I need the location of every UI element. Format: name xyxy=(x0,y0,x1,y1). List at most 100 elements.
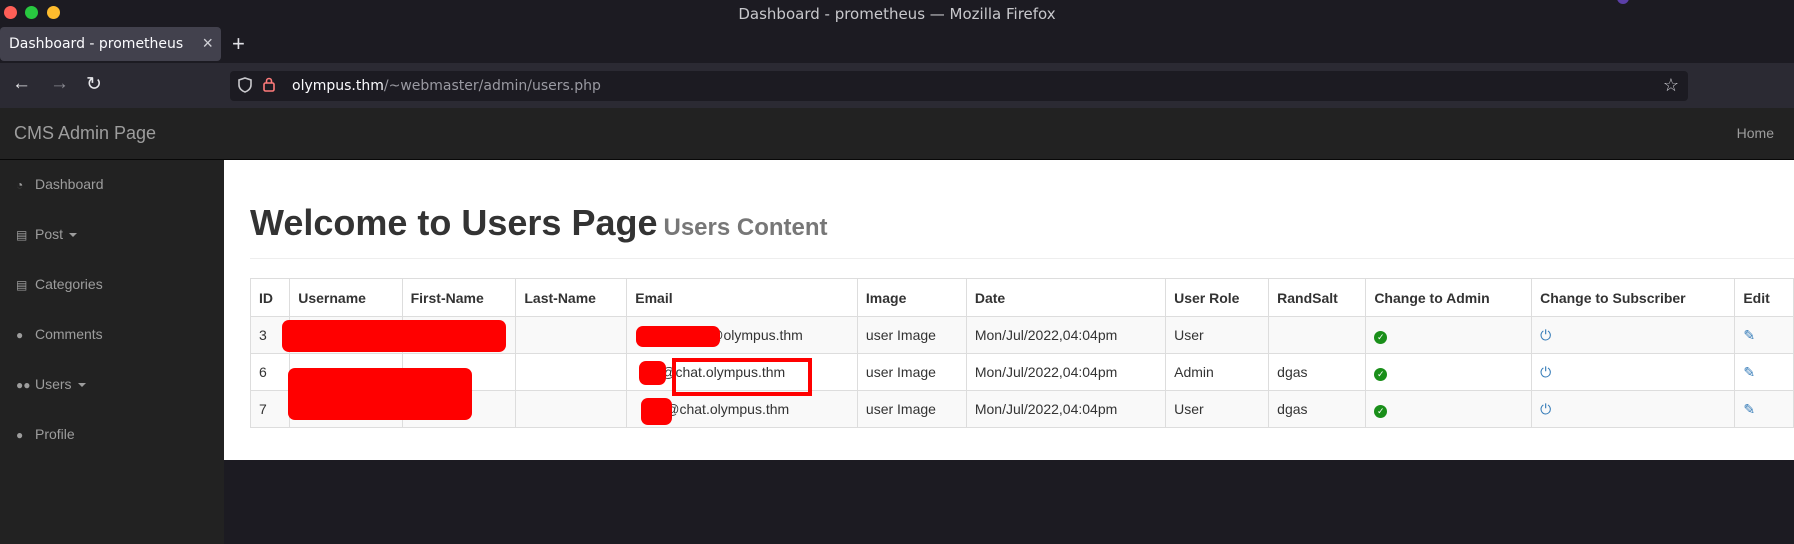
cell-role: Admin xyxy=(1165,353,1270,391)
page-title-text: Welcome to Users Page xyxy=(250,202,658,243)
cell-change-to-subscriber: ⏻ xyxy=(1531,353,1736,391)
edit-icon[interactable]: ✎ xyxy=(1743,327,1755,343)
cell-last-name xyxy=(515,390,628,428)
cell-edit: ✎ xyxy=(1734,316,1794,354)
close-icon[interactable]: × xyxy=(202,33,213,54)
col-user-role: User Role xyxy=(1165,278,1270,317)
edit-icon[interactable]: ✎ xyxy=(1743,401,1755,417)
col-edit: Edit xyxy=(1734,278,1794,317)
cell-date: Mon/Jul/2022,04:04pm xyxy=(965,316,1167,354)
page-title: Welcome to Users Page Users Content xyxy=(250,202,828,244)
insecure-lock-icon[interactable] xyxy=(263,77,275,95)
comments-icon: ● xyxy=(16,328,24,342)
sidebar-item-label: Dashboard xyxy=(35,176,104,192)
address-bar[interactable]: olympus.thm/~webmaster/admin/users.php ☆ xyxy=(230,71,1688,101)
make-admin-check-icon[interactable]: ✓ xyxy=(1374,330,1388,344)
cell-id: 7 xyxy=(249,390,291,428)
admin-navbar: CMS Admin Page Home xyxy=(0,108,1794,160)
cell-change-to-admin: ✓ xyxy=(1365,316,1533,354)
cell-id: 6 xyxy=(249,353,291,391)
col-change-to-subscriber: Change to Subscriber xyxy=(1531,278,1736,317)
url-host: olympus.thm xyxy=(292,78,384,94)
cell-edit: ✎ xyxy=(1734,353,1794,391)
cell-image: user Image xyxy=(856,316,967,354)
redaction-username-row6-7 xyxy=(288,368,472,420)
col-randsalt: RandSalt xyxy=(1268,278,1367,317)
sidebar-item-label: Users xyxy=(35,376,72,392)
cell-randsalt: dgas xyxy=(1268,390,1367,428)
navigation-bar: ← → ↻ olympus.thm/~webmaster/admin/users… xyxy=(0,63,1794,108)
col-first-name: First-Name xyxy=(401,278,517,317)
make-admin-check-icon[interactable]: ✓ xyxy=(1374,367,1388,381)
brand-link[interactable]: CMS Admin Page xyxy=(14,123,156,144)
dashboard-icon: ◔ xyxy=(16,178,24,192)
table-header-row: ID Username First-Name Last-Name Email I… xyxy=(249,278,1794,317)
make-admin-check-icon[interactable]: ✓ xyxy=(1374,404,1388,418)
power-icon[interactable]: ⏻ xyxy=(1540,364,1551,380)
col-username: Username xyxy=(289,278,403,317)
cell-change-to-admin: ✓ xyxy=(1365,390,1533,428)
sidebar-item-comments[interactable]: ● Comments xyxy=(16,326,103,342)
url-text[interactable]: olympus.thm/~webmaster/admin/users.php xyxy=(292,78,601,94)
sidebar-item-categories[interactable]: ▤ Categories xyxy=(16,276,103,292)
tab-strip: Dashboard - prometheus × + xyxy=(0,26,1794,63)
window-title: Dashboard - prometheus — Mozilla Firefox xyxy=(738,5,1056,23)
bookmark-star-icon[interactable]: ☆ xyxy=(1663,75,1679,96)
cell-change-to-admin: ✓ xyxy=(1365,353,1533,391)
redaction-username-row3 xyxy=(282,320,506,352)
reload-icon[interactable]: ↻ xyxy=(86,73,102,96)
new-tab-button[interactable]: + xyxy=(232,31,245,57)
users-icon: ●● xyxy=(16,378,31,392)
cell-last-name xyxy=(515,316,628,354)
caret-down-icon xyxy=(69,233,78,238)
highlight-box-email-row6 xyxy=(672,358,812,396)
sidebar-item-label: Post xyxy=(35,226,64,242)
sidebar-item-users[interactable]: ●● Users xyxy=(16,376,86,392)
decoration-dot xyxy=(1617,0,1629,4)
cell-edit: ✎ xyxy=(1734,390,1794,428)
cell-randsalt xyxy=(1268,316,1367,354)
users-table: ID Username First-Name Last-Name Email I… xyxy=(249,278,1794,428)
window-titlebar: Dashboard - prometheus — Mozilla Firefox xyxy=(0,0,1794,26)
url-path: /~webmaster/admin/users.php xyxy=(383,78,601,94)
cell-role: User xyxy=(1165,316,1270,354)
sidebar-item-label: Comments xyxy=(35,326,103,342)
page-subtitle: Users Content xyxy=(663,214,828,241)
col-image: Image xyxy=(856,278,967,317)
sidebar-item-post[interactable]: ▤ Post xyxy=(16,226,78,242)
divider xyxy=(250,258,1794,259)
sidebar-item-label: Profile xyxy=(35,426,75,442)
cell-role: User xyxy=(1165,390,1270,428)
power-icon[interactable]: ⏻ xyxy=(1540,401,1551,417)
power-icon[interactable]: ⏻ xyxy=(1540,327,1551,343)
tab-label: Dashboard - prometheus xyxy=(9,36,184,52)
sidebar-item-dashboard[interactable]: ◔ Dashboard xyxy=(16,176,104,192)
caret-down-icon xyxy=(77,383,86,388)
sidebar-item-profile[interactable]: ● Profile xyxy=(16,426,75,442)
redaction-email-row6 xyxy=(639,361,666,385)
table-row: 6 @chat.olympus.thm user Image Mon/Jul/2… xyxy=(249,353,1794,391)
cell-date: Mon/Jul/2022,04:04pm xyxy=(965,390,1167,428)
user-icon: ● xyxy=(16,428,24,442)
file-icon: ▤ xyxy=(16,228,28,242)
cell-change-to-subscriber: ⏻ xyxy=(1531,316,1736,354)
forward-arrow-icon[interactable]: → xyxy=(50,73,69,95)
sidebar-item-label: Categories xyxy=(35,276,103,292)
table-row: 7 @chat.olympus.thm user Image Mon/Jul/2… xyxy=(249,390,1794,428)
cell-last-name xyxy=(515,353,628,391)
shield-icon[interactable] xyxy=(238,77,252,97)
redaction-email-row7 xyxy=(641,398,672,425)
file-icon: ▤ xyxy=(16,278,28,292)
cell-image: user Image xyxy=(856,390,967,428)
tab-dashboard[interactable]: Dashboard - prometheus × xyxy=(0,27,221,61)
col-email: Email xyxy=(626,278,858,317)
cell-image: user Image xyxy=(856,353,967,391)
sidebar: ◔ Dashboard ▤ Post ▤ Categories ● Comments ●… xyxy=(0,160,224,544)
redaction-email-row3 xyxy=(636,326,720,347)
back-arrow-icon[interactable]: ← xyxy=(12,73,31,95)
cell-change-to-subscriber: ⏻ xyxy=(1531,390,1736,428)
col-date: Date xyxy=(965,278,1167,317)
edit-icon[interactable]: ✎ xyxy=(1743,364,1755,380)
home-link[interactable]: Home xyxy=(1737,125,1774,141)
col-id: ID xyxy=(249,278,291,317)
